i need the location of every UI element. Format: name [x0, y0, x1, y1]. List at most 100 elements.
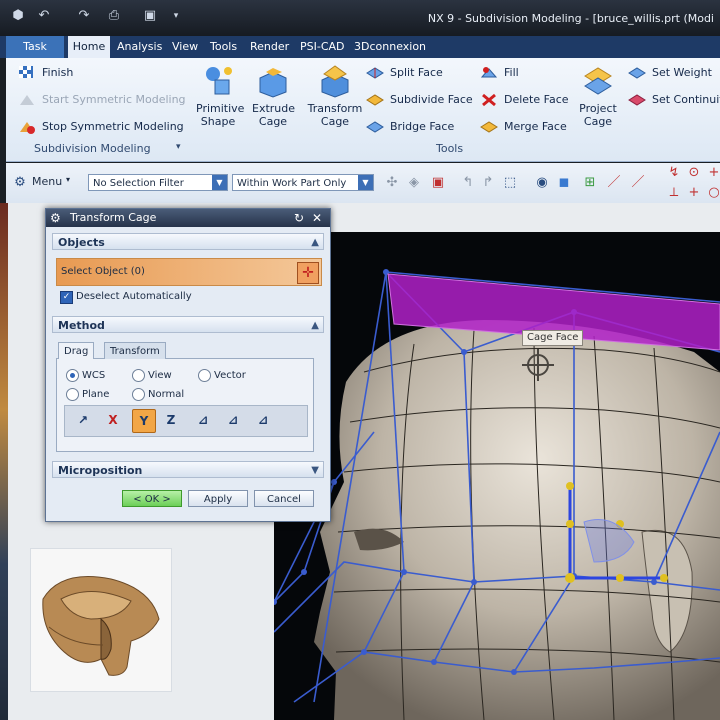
tab-home[interactable]: Home	[68, 36, 110, 58]
tab-transform[interactable]: Transform	[104, 342, 166, 359]
start-symmetric-modeling-button[interactable]: Start Symmetric Modeling	[18, 91, 186, 109]
transform-cage-dialog[interactable]: ⚙ Transform Cage ↻ ✕ Objects ▲ Select Ob…	[45, 208, 331, 522]
redo-icon[interactable]: ↷	[74, 8, 94, 24]
split-face-label: Split Face	[390, 66, 443, 79]
chevron-down-icon: ▼	[358, 175, 373, 190]
curve-icon[interactable]: ↯	[666, 165, 682, 181]
transform-cage-button[interactable]: Transform Cage	[306, 64, 364, 128]
scope-filter-value: Within Work Part Only	[237, 178, 347, 189]
radio-empty-icon	[132, 369, 145, 382]
undo-icon[interactable]: ↶	[34, 8, 54, 24]
radio-empty-icon	[132, 388, 145, 401]
eye-icon[interactable]: ◉	[534, 175, 550, 191]
axis-icon[interactable]: ⟂	[666, 185, 682, 201]
xz-plane-icon[interactable]: ⊿	[222, 409, 244, 431]
plus-icon[interactable]: +	[706, 165, 720, 181]
radio-view[interactable]: View	[132, 369, 172, 382]
dialog-title-bar[interactable]: ⚙ Transform Cage ↻ ✕	[46, 209, 330, 227]
model-preview-image	[30, 548, 172, 692]
window-icon[interactable]: ▣	[140, 8, 160, 24]
objects-section-label: Objects	[58, 236, 105, 249]
split-face-button[interactable]: Split Face	[366, 64, 443, 82]
stop-symmetric-icon	[20, 122, 35, 134]
delete-face-button[interactable]: Delete Face	[480, 91, 569, 109]
rectangle-select-icon[interactable]: ⬚	[502, 175, 518, 191]
microposition-label: Microposition	[58, 464, 143, 477]
crosshair-icon[interactable]: ✛	[297, 262, 319, 284]
apply-button[interactable]: Apply	[188, 490, 248, 507]
finish-button[interactable]: Finish	[18, 64, 73, 82]
tab-drag[interactable]: Drag	[58, 342, 95, 359]
close-icon[interactable]: ✕	[312, 209, 322, 227]
set-continuity-button[interactable]: Set Continuit	[628, 91, 720, 109]
app-icon[interactable]: ⬢	[8, 8, 28, 24]
free-move-icon[interactable]: ↗	[72, 409, 94, 431]
set-weight-button[interactable]: Set Weight	[628, 64, 712, 82]
objects-section-header[interactable]: Objects ▲	[52, 233, 324, 250]
circle-icon[interactable]: ○	[706, 185, 720, 201]
chevron-up-icon: ▲	[311, 237, 319, 248]
select-feature-icon[interactable]: ▣	[430, 175, 446, 191]
circle-point-icon[interactable]: ⊙	[686, 165, 702, 181]
microposition-section-header[interactable]: Microposition ▼	[52, 461, 324, 478]
selection-filter-dropdown[interactable]: No Selection Filter ▼	[88, 174, 228, 191]
tab-3dconnexion[interactable]: 3Dconnexion	[350, 36, 430, 58]
desktop-edge	[0, 203, 8, 720]
fill-button[interactable]: Fill	[480, 64, 519, 82]
point-icon[interactable]: ◈	[406, 175, 422, 191]
reset-icon[interactable]: ↻	[294, 209, 304, 227]
method-section-header[interactable]: Method ▲	[52, 316, 324, 333]
grid-icon[interactable]: ⊞	[582, 175, 598, 191]
tab-task[interactable]: Task	[6, 36, 64, 58]
radio-vector[interactable]: Vector	[198, 369, 246, 382]
line-icon[interactable]: ／	[606, 175, 622, 191]
point-select-icon[interactable]: +	[686, 185, 702, 201]
menu-icon[interactable]: ⚙	[12, 175, 28, 191]
curve-rule-2-icon[interactable]: ↱	[480, 175, 496, 191]
primitive-shape-button[interactable]: Primitive Shape	[196, 64, 244, 128]
merge-face-button[interactable]: Merge Face	[480, 118, 567, 136]
curve-rule-icon[interactable]: ↰	[460, 175, 476, 191]
ok-button[interactable]: < OK >	[122, 490, 182, 507]
checkbox-checked-icon[interactable]: ✓	[60, 291, 73, 304]
head-model-canvas[interactable]	[274, 232, 720, 720]
menu-chevron-down-icon[interactable]: ▾	[66, 175, 70, 184]
delete-face-icon	[482, 93, 496, 107]
z-axis-button[interactable]: Z	[160, 409, 182, 431]
project-cage-button[interactable]: Project Cage	[576, 64, 620, 128]
subdivide-face-button[interactable]: Subdivide Face	[366, 91, 473, 109]
tab-analysis[interactable]: Analysis	[113, 36, 166, 58]
printer-icon[interactable]: ⎙	[104, 8, 124, 24]
tab-view[interactable]: View	[168, 36, 202, 58]
subdivide-face-label: Subdivide Face	[390, 93, 473, 106]
tab-tools[interactable]: Tools	[206, 36, 241, 58]
graphics-viewport[interactable]: Cage Face	[274, 232, 720, 720]
radio-plane[interactable]: Plane	[66, 388, 109, 401]
customize-quick-access-icon[interactable]: ▾	[166, 8, 186, 24]
select-object-row[interactable]: Select Object (0) ✛	[56, 258, 322, 286]
primitive-shape-label: Primitive Shape	[196, 102, 245, 128]
bridge-face-button[interactable]: Bridge Face	[366, 118, 454, 136]
yz-plane-icon[interactable]: ⊿	[192, 409, 214, 431]
menu-button[interactable]: Menu	[32, 175, 62, 188]
head-surface[interactable]	[314, 320, 720, 720]
extrude-cage-button[interactable]: Extrude Cage	[252, 64, 295, 128]
y-axis-button[interactable]: Y	[132, 409, 156, 433]
snap-icon[interactable]: ✣	[384, 175, 400, 191]
x-axis-button[interactable]: X	[102, 409, 124, 431]
scope-filter-dropdown[interactable]: Within Work Part Only ▼	[232, 174, 374, 191]
group-expand-icon[interactable]: ▾	[176, 142, 181, 152]
line-2-icon[interactable]: ／	[630, 175, 646, 191]
radio-normal[interactable]: Normal	[132, 388, 184, 401]
tab-psi-cad[interactable]: PSI-CAD	[296, 36, 349, 58]
tab-render[interactable]: Render	[246, 36, 293, 58]
radio-selected-icon	[66, 369, 79, 382]
select-object-label: Select Object (0)	[61, 266, 145, 277]
cancel-button[interactable]: Cancel	[254, 490, 314, 507]
chevron-up-icon: ▲	[311, 320, 319, 331]
xy-plane-icon[interactable]: ⊿	[252, 409, 274, 431]
radio-wcs[interactable]: WCS	[66, 369, 105, 382]
stop-symmetric-modeling-button[interactable]: Stop Symmetric Modeling	[18, 118, 184, 136]
gear-icon[interactable]: ⚙	[50, 209, 61, 227]
cube-icon[interactable]: ◼	[556, 175, 572, 191]
